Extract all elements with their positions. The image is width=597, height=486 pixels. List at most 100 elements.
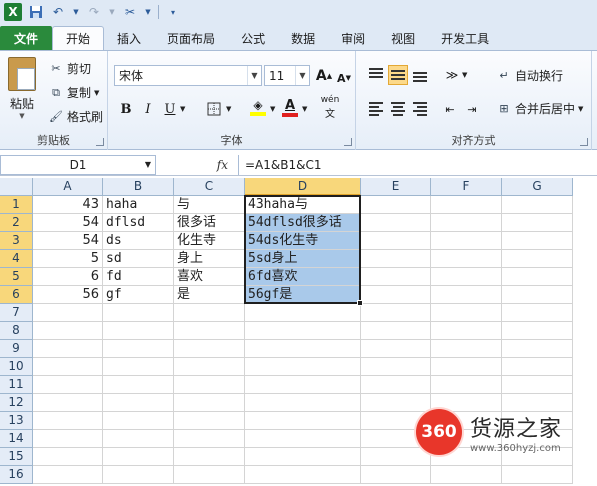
column-header-g[interactable]: G <box>502 178 573 196</box>
cell-c14[interactable] <box>174 430 245 448</box>
cell-e9[interactable] <box>361 340 431 358</box>
chevron-down-icon[interactable]: ▼ <box>270 105 275 113</box>
decrease-indent-button[interactable]: ⇤ <box>440 99 460 119</box>
format-painter-button[interactable]: 🖌 格式刷 <box>48 108 103 125</box>
cell-e5[interactable] <box>361 268 431 286</box>
row-header-3[interactable]: 3 <box>0 232 33 250</box>
cell-c11[interactable] <box>174 376 245 394</box>
chevron-down-icon[interactable]: ▼ <box>145 160 151 169</box>
cell-g3[interactable] <box>502 232 573 250</box>
cell-g7[interactable] <box>502 304 573 322</box>
cell-b2[interactable]: dflsd <box>103 214 174 232</box>
font-name-combo[interactable]: 宋体 ▼ <box>114 65 262 86</box>
row-header-5[interactable]: 5 <box>0 268 33 286</box>
align-right-button[interactable] <box>410 99 430 119</box>
cell-f3[interactable] <box>431 232 502 250</box>
cell-d6[interactable]: 56gf是 <box>245 286 361 304</box>
cell-g4[interactable] <box>502 250 573 268</box>
cell-c2[interactable]: 很多话 <box>174 214 245 232</box>
cell-d5[interactable]: 6fd喜欢 <box>245 268 361 286</box>
row-header-16[interactable]: 16 <box>0 466 33 484</box>
column-header-f[interactable]: F <box>431 178 502 196</box>
chevron-down-icon[interactable]: ▼ <box>180 105 185 113</box>
cell-b1[interactable]: haha <box>103 196 174 214</box>
cell-a13[interactable] <box>33 412 103 430</box>
tab-view[interactable]: 视图 <box>378 26 428 50</box>
chevron-down-icon[interactable]: ▼ <box>226 105 231 113</box>
shrink-font-button[interactable]: A ▼ <box>334 68 354 88</box>
cell-f5[interactable] <box>431 268 502 286</box>
cell-b14[interactable] <box>103 430 174 448</box>
chevron-down-icon[interactable]: ▼ <box>302 105 307 113</box>
paste-button[interactable]: 粘贴 ▼ <box>8 57 36 120</box>
cell-f10[interactable] <box>431 358 502 376</box>
cell-a4[interactable]: 5 <box>33 250 103 268</box>
cell-c15[interactable] <box>174 448 245 466</box>
cell-b15[interactable] <box>103 448 174 466</box>
merge-center-button[interactable]: ⊞ 合并后居中 ▼ <box>496 100 583 117</box>
cell-c13[interactable] <box>174 412 245 430</box>
insert-function-button[interactable]: fx <box>156 158 238 172</box>
row-header-8[interactable]: 8 <box>0 322 33 340</box>
column-header-a[interactable]: A <box>33 178 103 196</box>
redo-icon[interactable]: ↷ <box>86 4 102 20</box>
cell-c4[interactable]: 身上 <box>174 250 245 268</box>
cell-b10[interactable] <box>103 358 174 376</box>
wrap-text-button[interactable]: ↵ 自动换行 <box>496 67 563 84</box>
underline-button[interactable]: U <box>160 99 180 119</box>
cell-e16[interactable] <box>361 466 431 484</box>
cell-g9[interactable] <box>502 340 573 358</box>
cell-d7[interactable] <box>245 304 361 322</box>
cell-d4[interactable]: 5sd身上 <box>245 250 361 268</box>
cell-f4[interactable] <box>431 250 502 268</box>
font-size-combo[interactable]: 11 ▼ <box>264 65 310 86</box>
cell-d3[interactable]: 54ds化生寺 <box>245 232 361 250</box>
cell-d1[interactable]: 43haha与 <box>245 196 361 214</box>
row-header-11[interactable]: 11 <box>0 376 33 394</box>
cell-a5[interactable]: 6 <box>33 268 103 286</box>
cut-button[interactable]: ✂ 剪切 <box>48 60 91 77</box>
bold-button[interactable]: B <box>116 99 136 119</box>
row-header-13[interactable]: 13 <box>0 412 33 430</box>
cell-f11[interactable] <box>431 376 502 394</box>
tab-formulas[interactable]: 公式 <box>228 26 278 50</box>
align-bottom-button[interactable] <box>410 65 430 85</box>
cell-d15[interactable] <box>245 448 361 466</box>
chevron-down-icon[interactable]: ▼ <box>144 4 152 20</box>
cell-g5[interactable] <box>502 268 573 286</box>
font-color-button[interactable]: A <box>280 97 300 117</box>
cell-d9[interactable] <box>245 340 361 358</box>
row-header-14[interactable]: 14 <box>0 430 33 448</box>
cell-a8[interactable] <box>33 322 103 340</box>
cell-e10[interactable] <box>361 358 431 376</box>
tab-file[interactable]: 文件 <box>0 26 53 50</box>
cell-b16[interactable] <box>103 466 174 484</box>
cell-a6[interactable]: 56 <box>33 286 103 304</box>
cell-c8[interactable] <box>174 322 245 340</box>
cell-g6[interactable] <box>502 286 573 304</box>
save-icon[interactable] <box>28 4 44 20</box>
cell-f2[interactable] <box>431 214 502 232</box>
row-header-4[interactable]: 4 <box>0 250 33 268</box>
fill-color-button[interactable]: ◈ <box>248 97 268 117</box>
cell-e7[interactable] <box>361 304 431 322</box>
cell-a10[interactable] <box>33 358 103 376</box>
cell-a3[interactable]: 54 <box>33 232 103 250</box>
row-header-7[interactable]: 7 <box>0 304 33 322</box>
cell-f16[interactable] <box>431 466 502 484</box>
chevron-down-icon[interactable]: ▼ <box>108 4 116 20</box>
align-center-button[interactable] <box>388 99 408 119</box>
cell-g11[interactable] <box>502 376 573 394</box>
cell-d13[interactable] <box>245 412 361 430</box>
tools-icon[interactable]: ✂ <box>122 4 138 20</box>
cell-c16[interactable] <box>174 466 245 484</box>
cell-e2[interactable] <box>361 214 431 232</box>
row-header-12[interactable]: 12 <box>0 394 33 412</box>
excel-app-icon[interactable]: X <box>4 3 22 21</box>
select-all-corner[interactable] <box>0 178 33 196</box>
cell-d11[interactable] <box>245 376 361 394</box>
dialog-launcher-icon[interactable] <box>344 138 352 146</box>
chevron-down-icon[interactable]: ▼ <box>72 4 80 20</box>
cell-f1[interactable] <box>431 196 502 214</box>
cell-a2[interactable]: 54 <box>33 214 103 232</box>
